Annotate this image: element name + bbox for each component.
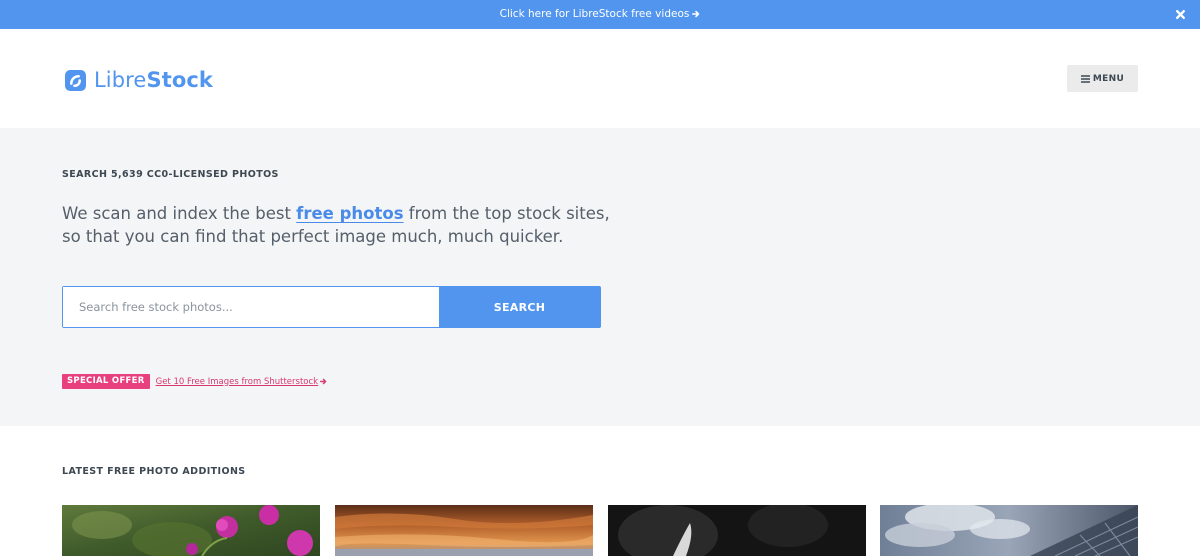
close-icon[interactable] [1175,9,1186,20]
photo-thumbnail-flowers[interactable] [62,505,320,556]
arrow-right-icon [692,10,700,18]
logo-text-bold: Stock [146,68,213,92]
librestock-logo-icon [65,69,86,91]
hero-section: SEARCH 5,639 CC0-LICENSED PHOTOS We scan… [0,128,1200,426]
site-header: LibreStock MENU [0,29,1200,128]
banner-text: Click here for LibreStock free videos [499,8,690,20]
canyon-photo [335,505,593,556]
photo-count-heading: SEARCH 5,639 CC0-LICENSED PHOTOS [62,169,279,180]
photo-thumbnail-building[interactable] [880,505,1138,556]
hamburger-icon [1080,74,1090,83]
logo-wordmark: LibreStock [94,68,213,92]
menu-button[interactable]: MENU [1067,65,1138,92]
search-input[interactable] [63,287,439,327]
photo-thumbnail-dark[interactable] [608,505,866,556]
tagline-start: We scan and index the best [62,204,297,223]
menu-label: MENU [1092,73,1125,84]
shutterstock-offer-link[interactable]: Get 10 Free Images from Shutterstock [156,377,327,387]
logo-text-light: Libre [94,68,147,92]
flowers-photo [62,505,320,556]
search-button[interactable]: SEARCH [439,287,600,327]
special-offer-badge: SPECIAL OFFER [62,374,150,389]
dark-photo [608,505,866,556]
special-offer: SPECIAL OFFER Get 10 Free Images from Sh… [62,374,327,389]
building-photo [880,505,1138,556]
latest-photos-heading: LATEST FREE PHOTO ADDITIONS [62,466,246,477]
arrow-right-icon [320,378,327,384]
promo-banner: Click here for LibreStock free videos [0,0,1200,29]
free-photos-link[interactable]: free photos [296,204,403,223]
search-form: SEARCH [62,286,601,328]
librestock-logo[interactable]: LibreStock [65,67,213,93]
tagline: We scan and index the best free photos f… [62,202,622,248]
offer-link-text: Get 10 Free Images from Shutterstock [155,376,319,387]
photo-thumbnail-canyon[interactable] [335,505,593,556]
banner-videos-link[interactable]: Click here for LibreStock free videos [0,0,1200,29]
